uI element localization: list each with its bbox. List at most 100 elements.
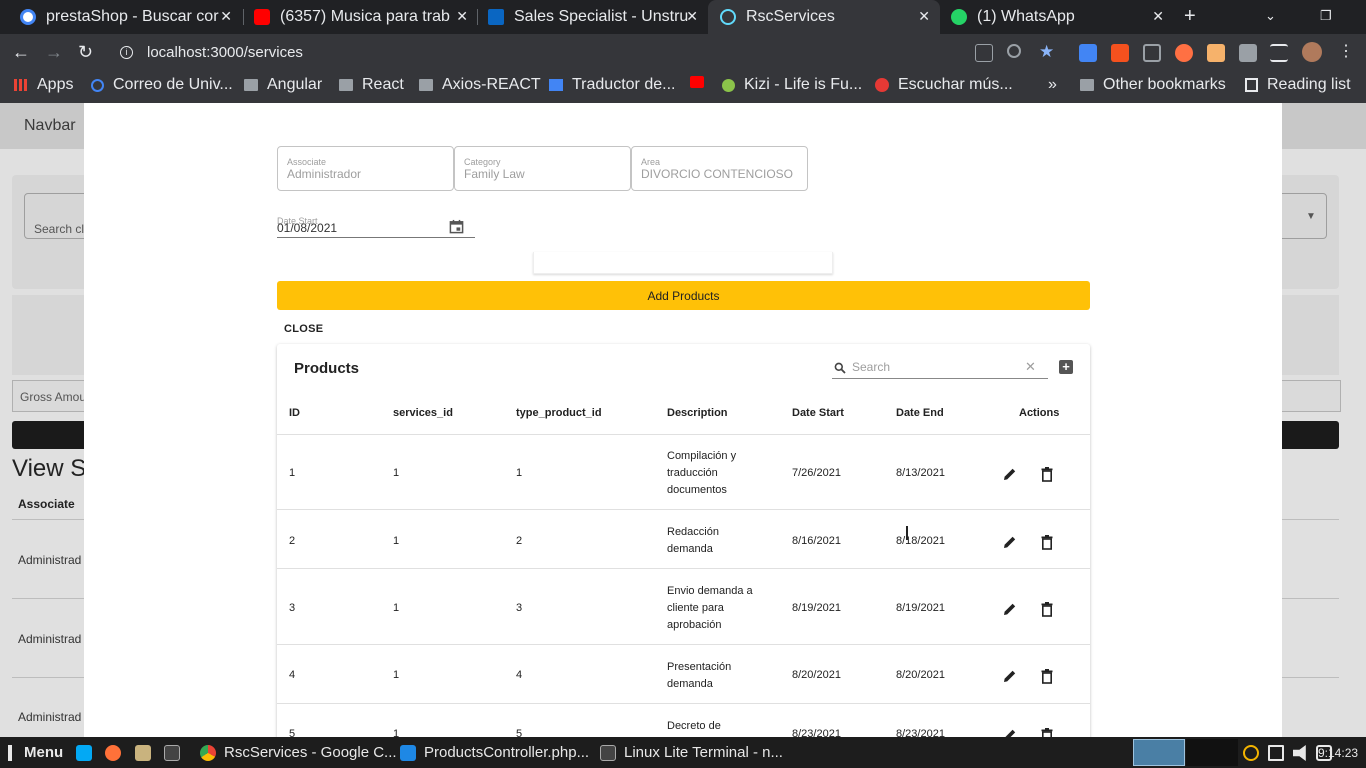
- tab-linkedin[interactable]: Sales Specialist - Unstru ✕: [478, 0, 708, 34]
- new-tab-button[interactable]: +: [1184, 5, 1196, 28]
- update-icon[interactable]: [1243, 745, 1259, 761]
- delete-icon[interactable]: [1039, 727, 1055, 737]
- forward-icon[interactable]: →: [45, 42, 63, 63]
- info-icon[interactable]: i: [120, 45, 133, 59]
- bookmark-angular[interactable]: Angular: [244, 76, 322, 94]
- star-icon[interactable]: ★: [1039, 42, 1057, 61]
- profile-avatar[interactable]: [1302, 42, 1322, 62]
- delete-icon[interactable]: [1039, 601, 1055, 617]
- linkedin-icon: [488, 9, 504, 25]
- file-manager-icon[interactable]: [135, 745, 151, 761]
- column-header-id[interactable]: ID: [289, 407, 300, 419]
- category-field[interactable]: Category Family Law: [454, 146, 631, 191]
- associate-field[interactable]: Associate Administrador: [277, 146, 454, 191]
- media-list-icon[interactable]: [1270, 44, 1288, 62]
- reload-icon[interactable]: ↻: [78, 42, 93, 63]
- cell-date-start: 8/19/2021: [792, 602, 841, 614]
- bookmark-traductor[interactable]: Traductor de...: [549, 76, 675, 94]
- edit-icon[interactable]: [1002, 668, 1018, 684]
- column-header-type-product-id[interactable]: type_product_id: [516, 407, 602, 419]
- cell-services-id: 1: [393, 602, 400, 614]
- more-bookmarks-icon[interactable]: »: [1048, 76, 1057, 94]
- add-product-icon[interactable]: +: [1059, 360, 1073, 374]
- bookmark-youtube[interactable]: [690, 76, 713, 88]
- tab-title: (1) WhatsApp: [977, 8, 1075, 25]
- field-value: Family Law: [464, 167, 525, 181]
- cell-date-end: 8/23/2021: [896, 728, 945, 737]
- delete-icon[interactable]: [1039, 466, 1055, 482]
- tab-prestashop[interactable]: prestaShop - Buscar cor ✕: [8, 0, 242, 34]
- zoom-icon[interactable]: [1007, 44, 1021, 58]
- back-icon[interactable]: ←: [12, 42, 30, 63]
- column-header-date-start[interactable]: Date Start: [792, 407, 844, 419]
- close-icon[interactable]: ✕: [918, 8, 930, 25]
- calendar-icon[interactable]: [449, 219, 464, 234]
- extension-c-icon[interactable]: [1143, 44, 1161, 62]
- tab-whatsapp[interactable]: (1) WhatsApp ✕: [942, 0, 1174, 34]
- bookmark-react[interactable]: React: [339, 76, 404, 94]
- area-field[interactable]: Area DIVORCIO CONTENCIOSO: [631, 146, 808, 191]
- tab-rscservices[interactable]: RscServices ✕: [708, 0, 940, 34]
- delete-icon[interactable]: [1039, 534, 1055, 550]
- products-search-input[interactable]: Search ✕: [832, 356, 1048, 379]
- column-header-description[interactable]: Description: [667, 407, 728, 419]
- bookmark-axios[interactable]: Axios-REACT: [419, 76, 541, 94]
- translate-page-icon[interactable]: [975, 44, 993, 62]
- workspace-1[interactable]: [1133, 739, 1185, 766]
- taskbar-item-chrome[interactable]: RscServices - Google C...: [200, 744, 397, 761]
- column-header-date-end[interactable]: Date End: [896, 407, 944, 419]
- dropdown-arrow-icon: ▼: [1306, 211, 1316, 222]
- field-value: DIVORCIO CONTENCIOSO: [641, 167, 794, 181]
- tab-youtube[interactable]: (6357) Musica para trab ✕: [244, 0, 478, 34]
- whatsapp-icon: [951, 9, 967, 25]
- field-label: Area: [641, 157, 661, 167]
- taskbar: Menu RscServices - Google C... ProductsC…: [0, 737, 1366, 768]
- tab-search-icon[interactable]: ⌄: [1265, 8, 1276, 24]
- extension-off-icon[interactable]: [1111, 44, 1129, 62]
- start-menu-button[interactable]: Menu: [8, 744, 63, 761]
- show-desktop-icon[interactable]: [76, 745, 92, 761]
- bookmark-correo[interactable]: Correo de Univ...: [91, 76, 233, 94]
- close-button[interactable]: CLOSE: [284, 323, 323, 335]
- cell-description: Envio demanda a cliente para aprobación: [667, 585, 753, 631]
- taskbar-item-vscode[interactable]: ProductsController.php...: [400, 744, 589, 761]
- row-divider: [277, 509, 1090, 510]
- cell-id: 5: [289, 728, 296, 737]
- edit-icon[interactable]: [1002, 534, 1018, 550]
- restore-window-icon[interactable]: ❐: [1320, 8, 1332, 24]
- field-value: Administrador: [287, 167, 362, 181]
- edit-icon[interactable]: [1002, 466, 1018, 482]
- google-translate-ext-icon[interactable]: [1079, 44, 1097, 62]
- edit-icon[interactable]: [1002, 601, 1018, 617]
- display-icon[interactable]: [1268, 745, 1284, 761]
- extension-hand-icon[interactable]: [1207, 44, 1225, 62]
- cell-type-product-id: 4: [516, 669, 523, 681]
- close-icon[interactable]: ✕: [456, 8, 468, 25]
- volume-icon[interactable]: [1293, 745, 1306, 761]
- clear-search-icon[interactable]: ✕: [1025, 359, 1036, 375]
- workspace-2[interactable]: [1186, 739, 1238, 766]
- taskbar-item-terminal[interactable]: Linux Lite Terminal - n...: [600, 744, 783, 761]
- close-icon[interactable]: ✕: [686, 8, 698, 25]
- close-icon[interactable]: ✕: [1152, 8, 1164, 25]
- cell-services-id: 1: [393, 669, 400, 681]
- column-header-services-id[interactable]: services_id: [393, 407, 453, 419]
- terminal-icon[interactable]: [164, 745, 180, 761]
- bookmark-kizi[interactable]: Kizi - Life is Fu...: [722, 76, 862, 94]
- menu-kebab-icon[interactable]: ⋮: [1338, 41, 1356, 60]
- extension-fire-icon[interactable]: [1175, 44, 1193, 62]
- close-icon[interactable]: ✕: [220, 8, 232, 25]
- translate-icon: [549, 79, 563, 91]
- edit-icon[interactable]: [1002, 727, 1018, 737]
- reading-list[interactable]: Reading list: [1245, 76, 1351, 94]
- address-bar[interactable]: i localhost:3000/services: [112, 41, 1112, 63]
- delete-icon[interactable]: [1039, 668, 1055, 684]
- bookmark-apps[interactable]: Apps: [14, 76, 73, 94]
- other-bookmarks[interactable]: Other bookmarks: [1080, 76, 1226, 94]
- extensions-puzzle-icon[interactable]: [1239, 44, 1257, 62]
- firefox-icon[interactable]: [105, 745, 121, 761]
- add-products-button[interactable]: Add Products: [277, 281, 1090, 310]
- date-start-input[interactable]: 01/08/2021: [277, 221, 337, 235]
- chrome-icon: [200, 744, 216, 761]
- bookmark-escuchar[interactable]: Escuchar mús...: [875, 76, 1013, 94]
